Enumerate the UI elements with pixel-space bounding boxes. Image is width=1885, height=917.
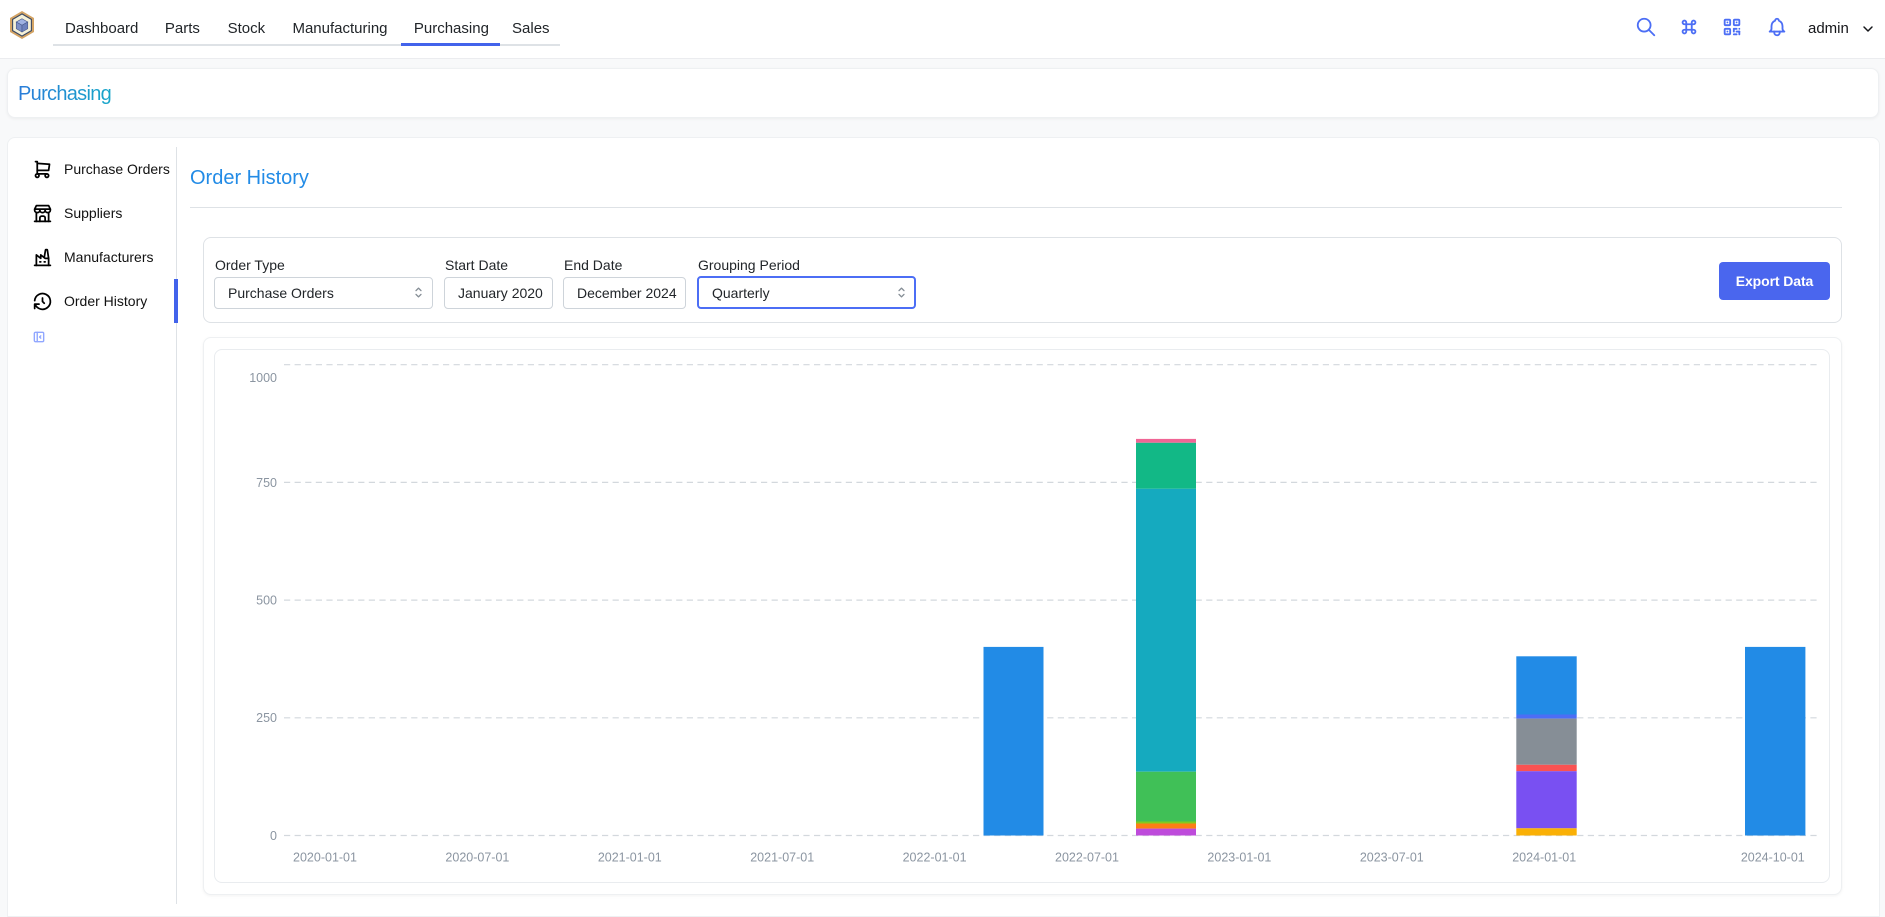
svg-text:2020-01-01: 2020-01-01 <box>293 851 357 865</box>
svg-text:1000: 1000 <box>249 371 277 385</box>
svg-text:2024-10-01: 2024-10-01 <box>1741 851 1805 865</box>
svg-text:2024-01-01: 2024-01-01 <box>1512 851 1576 865</box>
svg-text:2023-07-01: 2023-07-01 <box>1360 851 1424 865</box>
svg-text:2021-01-01: 2021-01-01 <box>598 851 662 865</box>
svg-text:250: 250 <box>256 711 277 725</box>
svg-text:0: 0 <box>270 829 277 843</box>
svg-text:500: 500 <box>256 594 277 608</box>
svg-text:2023-01-01: 2023-01-01 <box>1207 851 1271 865</box>
svg-text:2020-07-01: 2020-07-01 <box>445 851 509 865</box>
svg-text:2021-07-01: 2021-07-01 <box>750 851 814 865</box>
svg-text:750: 750 <box>256 476 277 490</box>
svg-text:2022-07-01: 2022-07-01 <box>1055 851 1119 865</box>
svg-text:2022-01-01: 2022-01-01 <box>903 851 967 865</box>
